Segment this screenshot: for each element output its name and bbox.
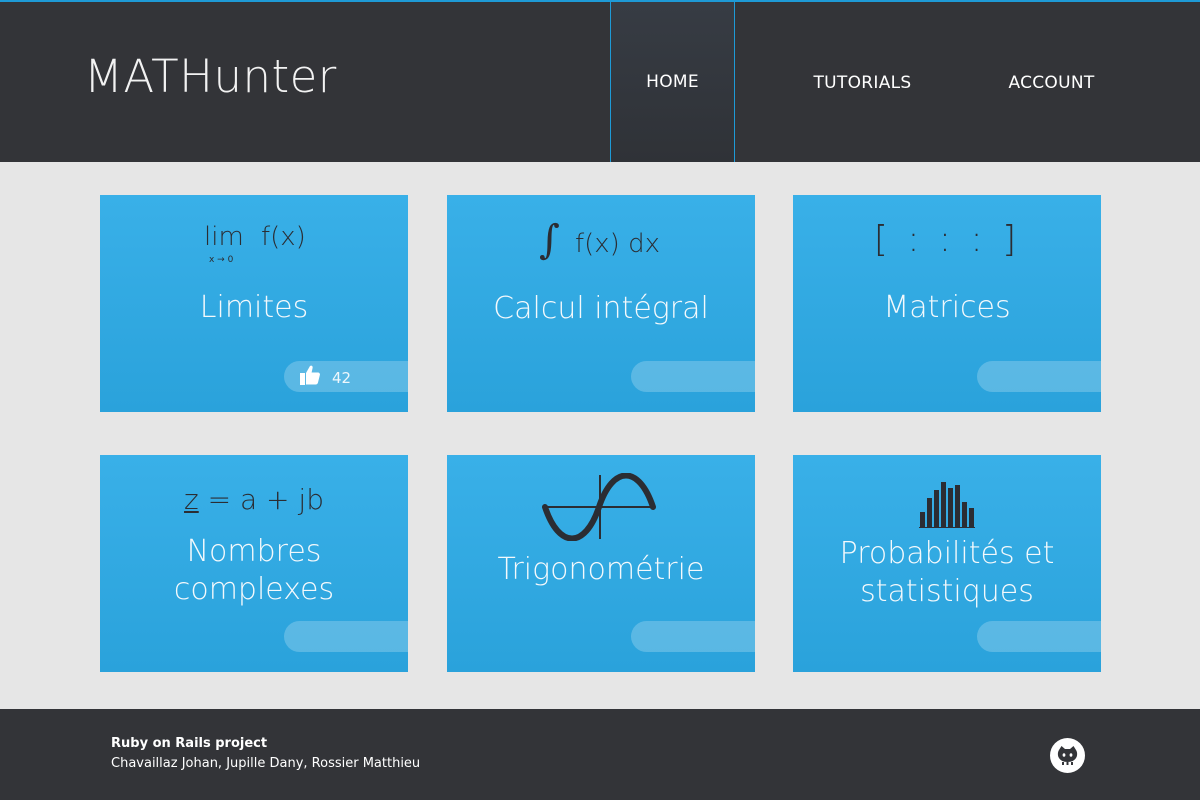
like-pill[interactable] [977,361,1101,392]
nav-home[interactable]: HOME [610,2,735,162]
integral-sign: ∫ [539,217,560,263]
nav-account[interactable]: ACCOUNT [989,2,1114,162]
matrix-icon: [ : : : ] [873,219,1021,260]
github-link[interactable] [1050,738,1085,773]
card-title: Calcul intégral [493,291,709,326]
topic-card-limites[interactable]: lim x → 0 f(x) Limites 42 [100,195,408,412]
card-title-line2: statistiques [860,574,1034,609]
topic-card-probabilites-statistiques[interactable]: Probabilités et statistiques [793,455,1101,672]
footer-project-title: Ruby on Rails project [111,736,268,751]
topic-card-matrices[interactable]: [ : : : ] Matrices [793,195,1101,412]
complex-formula-icon: z = a + jb [100,483,408,523]
sine-wave-icon [542,473,656,541]
github-icon [1057,746,1078,765]
footer-authors: Chavaillaz Johan, Jupille Dany, Rossier … [111,756,421,771]
like-pill[interactable] [284,621,408,652]
card-title-line1: Probabilités et [839,536,1055,571]
limit-formula-icon: lim x → 0 f(x) [100,219,408,269]
nav-tutorials[interactable]: TUTORIALS [800,2,925,162]
card-title: Matrices [883,290,1011,325]
topic-card-calcul-integral[interactable]: ∫ f(x) dx Calcul intégral [447,195,755,412]
histogram-icon [919,482,975,528]
thumbs-up-icon[interactable] [298,364,322,386]
fx-text: f(x) [261,222,306,252]
site-footer: Ruby on Rails project Chavaillaz Johan, … [0,709,1200,800]
like-pill[interactable] [977,621,1101,652]
topic-card-trigonometrie[interactable]: Trigonométrie [447,455,755,672]
likes-count: 42 [332,369,352,387]
lim-subscript: x → 0 [209,255,234,265]
complex-expression: = a + jb [198,483,324,516]
card-title-line2: complexes [173,572,335,607]
topic-card-nombres-complexes[interactable]: z = a + jb Nombres complexes [100,455,408,672]
integral-formula-icon: ∫ f(x) dx [447,217,755,271]
lim-text: lim [204,222,244,252]
site-header: MATHunter HOME TUTORIALS ACCOUNT [0,2,1200,162]
card-title-line1: Nombres [186,534,322,569]
like-pill[interactable] [631,361,755,392]
card-title: Limites [199,290,309,325]
z-conjugate: z [184,483,199,516]
integral-expression: f(x) dx [575,229,660,259]
card-title: Trigonométrie [497,552,705,587]
site-logo[interactable]: MATHunter [84,50,337,103]
like-pill[interactable] [631,621,755,652]
